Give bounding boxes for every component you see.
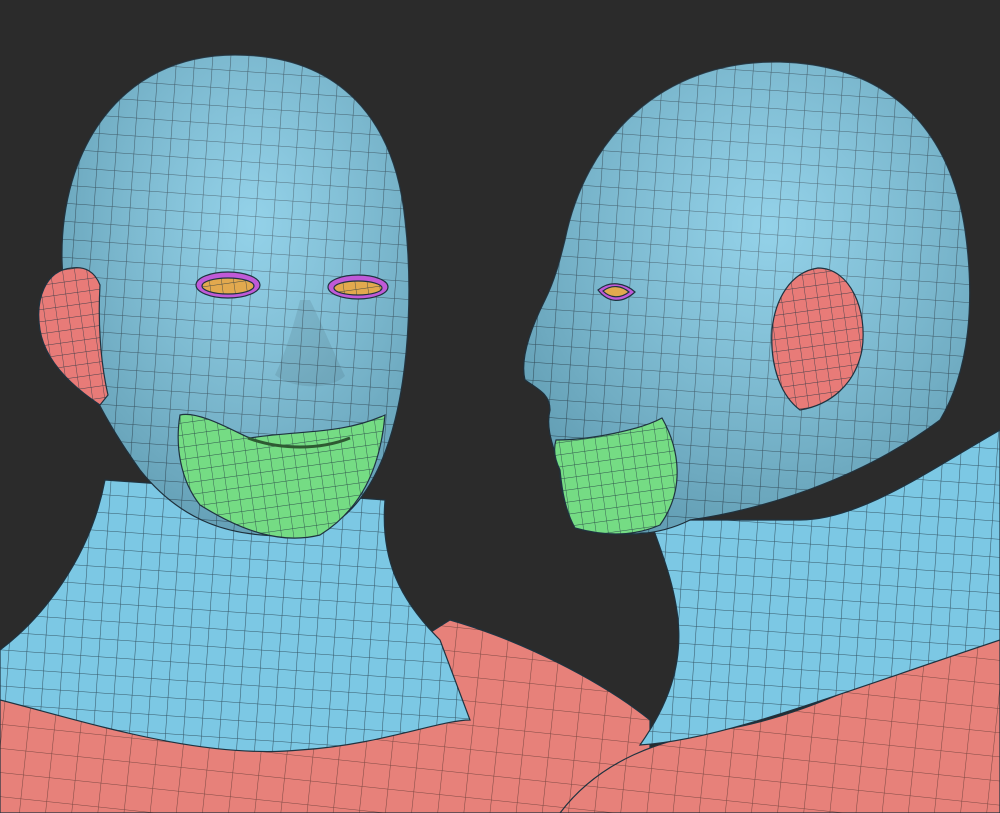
viewport — [0, 0, 1000, 813]
render-canvas — [0, 0, 1000, 813]
eye-right-front — [327, 274, 389, 300]
eye-left-front — [195, 271, 261, 299]
